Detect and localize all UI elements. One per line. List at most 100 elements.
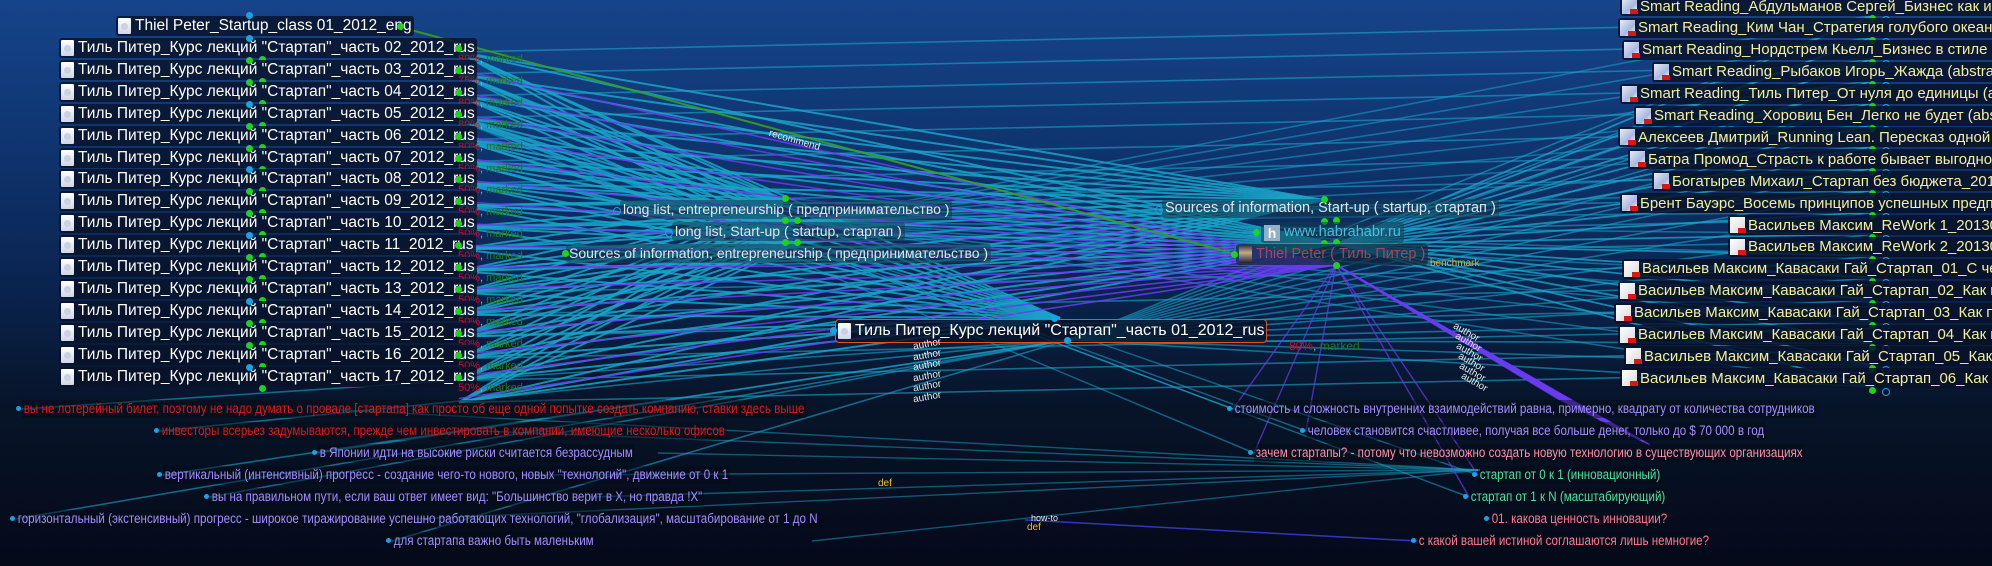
note-thought[interactable]: стоимость и сложность внутренних взаимод… [1233, 400, 1817, 418]
link-handle[interactable] [246, 254, 253, 261]
link-handle[interactable] [665, 229, 673, 237]
link-handle[interactable] [794, 217, 801, 224]
thought-sources-startup[interactable]: Sources of information, Start-up ( start… [1162, 199, 1499, 218]
link-handle[interactable] [246, 275, 253, 283]
thought-long-list-startup[interactable]: long list, Start-up ( startup, стартап ) [672, 222, 905, 241]
link-handle[interactable] [154, 428, 159, 433]
link-handle[interactable] [455, 45, 462, 52]
link-handle[interactable] [1484, 516, 1489, 521]
doc-node-part[interactable]: Тиль Питер_Курс лекций "Стартап"_часть 1… [59, 344, 477, 365]
note-thought[interactable]: стартап от 1 к N (масштабирующий) [1469, 488, 1668, 506]
doc-node-part[interactable]: Тиль Питер_Курс лекций "Стартап"_часть 0… [59, 59, 477, 80]
link-handle[interactable] [1248, 450, 1253, 455]
doc-node-part[interactable]: Тиль Питер_Курс лекций "Стартап"_часть 1… [59, 235, 476, 256]
link-handle[interactable] [246, 363, 253, 371]
link-handle[interactable] [246, 100, 253, 108]
link-handle[interactable] [455, 264, 462, 271]
doc-node-thiel-eng[interactable]: Thiel Peter_Startup_class 01_2012_eng [116, 16, 414, 36]
right-doc-node[interactable]: Васильев Максим_Кавасаки Гай_Стартап_01_… [1622, 258, 1992, 279]
link-handle[interactable] [455, 329, 462, 337]
doc-node-part[interactable]: Тиль Питер_Курс лекций "Стартап"_часть 1… [59, 300, 477, 321]
link-handle[interactable] [1051, 315, 1058, 322]
doc-node-part[interactable]: Тиль Питер_Курс лекций "Стартап"_часть 0… [59, 169, 477, 190]
link-handle[interactable] [246, 297, 253, 305]
link-handle[interactable] [1411, 538, 1416, 543]
link-handle[interactable] [259, 384, 266, 392]
right-doc-node[interactable]: Smart Reading_Ким Чан_Стратегия голубого… [1618, 17, 1992, 38]
right-doc-node[interactable]: Васильев Максим_ReWork 2_201305 [1728, 236, 1992, 257]
link-handle[interactable] [10, 516, 15, 521]
link-handle[interactable] [1321, 196, 1328, 203]
doc-node-part[interactable]: Тиль Питер_Курс лекций "Стартап"_часть 0… [59, 191, 477, 212]
note-thought[interactable]: 01. какова ценность инновации? [1490, 510, 1669, 528]
note-thought[interactable]: в Японии идти на высокие риски считается… [318, 444, 635, 462]
link-handle[interactable] [1472, 472, 1477, 477]
link-handle[interactable] [1253, 229, 1260, 236]
right-doc-node[interactable]: Богатырев Михаил_Стартап без бюджета_201… [1652, 171, 1992, 192]
link-handle[interactable] [246, 56, 253, 64]
link-handle[interactable] [16, 406, 21, 411]
thought-sources-entrepreneurship[interactable]: Sources of information, entrepreneurship… [566, 244, 992, 263]
right-doc-node[interactable]: Smart Reading_Абдульманов Сергей_Бизнес … [1620, 0, 1992, 16]
link-handle[interactable] [386, 538, 391, 543]
link-handle[interactable] [1300, 428, 1305, 433]
link-handle[interactable] [312, 450, 317, 455]
note-thought[interactable]: зачем стартапы? - потому что невозможно … [1254, 444, 1805, 462]
note-thought[interactable]: вы на правильном пути, если ваш ответ им… [210, 488, 705, 506]
note-thought[interactable]: стартап от 0 к 1 (инновационный) [1478, 466, 1662, 484]
right-doc-node[interactable]: Брент Бауэрс_Восемь принципов успешных п… [1620, 193, 1992, 214]
link-handle[interactable] [246, 35, 253, 42]
note-thought[interactable]: вертикальный (интенсивный) прогресс - со… [163, 466, 730, 484]
link-handle[interactable] [613, 207, 621, 215]
link-handle[interactable] [782, 239, 789, 246]
link-handle[interactable] [562, 250, 569, 257]
link-handle[interactable] [397, 23, 404, 30]
doc-node-part[interactable]: Тиль Питер_Курс лекций "Стартап"_часть 1… [59, 366, 477, 387]
link-handle[interactable] [246, 12, 253, 19]
link-handle[interactable] [157, 472, 162, 477]
link-handle[interactable] [455, 154, 462, 162]
person-thiel-peter[interactable]: Thiel Peter ( Тиль Питер ) [1236, 244, 1429, 265]
link-handle[interactable] [246, 122, 253, 130]
doc-node-part[interactable]: Тиль Питер_Курс лекций "Стартап"_часть 1… [59, 213, 477, 234]
doc-node-part[interactable]: Тиль Питер_Курс лекций "Стартап"_часть 0… [59, 81, 477, 102]
note-thought[interactable]: вы не лотерейный билет, поэтому не надо … [22, 400, 807, 418]
right-doc-node[interactable]: Smart Reading_Хоровиц Бен_Легко не будет… [1634, 105, 1992, 126]
link-handle[interactable] [455, 110, 462, 118]
link-handle[interactable] [1064, 337, 1071, 344]
right-doc-node[interactable]: Smart Reading_Рыбаков Игорь_Жажда (abstr… [1652, 61, 1992, 82]
right-doc-node[interactable]: Smart Reading_Нордстрем Кьелл_Бизнес в с… [1622, 39, 1992, 60]
link-handle[interactable] [455, 351, 462, 359]
link-handle[interactable] [246, 319, 253, 327]
right-doc-node[interactable]: Батра Промод_Страсть к работе бывает выг… [1628, 149, 1992, 170]
link-handle[interactable] [1333, 262, 1340, 269]
right-doc-node[interactable]: Smart Reading_Тиль Питер_От нуля до един… [1620, 83, 1992, 104]
link-handle[interactable] [204, 494, 209, 499]
link-handle[interactable] [794, 239, 801, 246]
right-doc-node[interactable]: Васильев Максим_Кавасаки Гай_Стартап_04_… [1618, 324, 1992, 345]
link-handle[interactable] [246, 144, 253, 152]
link-handle[interactable] [455, 132, 462, 140]
link-handle[interactable] [782, 217, 789, 224]
link-handle[interactable] [1463, 494, 1468, 499]
right-doc-node[interactable]: Васильев Максим_Кавасаки Гай_Стартап_03_… [1614, 302, 1992, 323]
doc-node-part[interactable]: Тиль Питер_Курс лекций "Стартап"_часть 1… [59, 322, 477, 343]
right-doc-node[interactable]: Васильев Максим_Кавасаки Гай_Стартап_02_… [1618, 280, 1992, 301]
right-doc-node[interactable]: Васильев Максим_Кавасаки Гай_Стартап_06_… [1620, 368, 1992, 389]
doc-node-part[interactable]: Тиль Питер_Курс лекций "Стартап"_часть 0… [59, 147, 477, 168]
link-handle[interactable] [830, 327, 837, 334]
link-handle[interactable] [455, 285, 462, 293]
doc-node-part[interactable]: Тиль Питер_Курс лекций "Стартап"_часть 0… [59, 103, 477, 124]
link-handle[interactable] [455, 66, 462, 74]
note-thought[interactable]: инвесторы всерьез задумываются, прежде ч… [160, 422, 727, 440]
link-handle[interactable] [246, 78, 253, 86]
link-handle[interactable] [1155, 206, 1163, 214]
link-handle[interactable] [782, 195, 789, 202]
link-handle[interactable] [1227, 406, 1232, 411]
link-handle[interactable] [455, 88, 462, 96]
link-handle[interactable] [1231, 251, 1238, 258]
note-thought[interactable]: человек становится счастливее, получая в… [1306, 422, 1766, 440]
right-doc-node[interactable]: Алексеев Дмитрий_Running Lean. Пересказ … [1618, 127, 1992, 148]
link-handle[interactable] [246, 341, 253, 349]
right-doc-node[interactable]: Васильев Максим_Кавасаки Гай_Стартап_05_… [1624, 346, 1992, 367]
